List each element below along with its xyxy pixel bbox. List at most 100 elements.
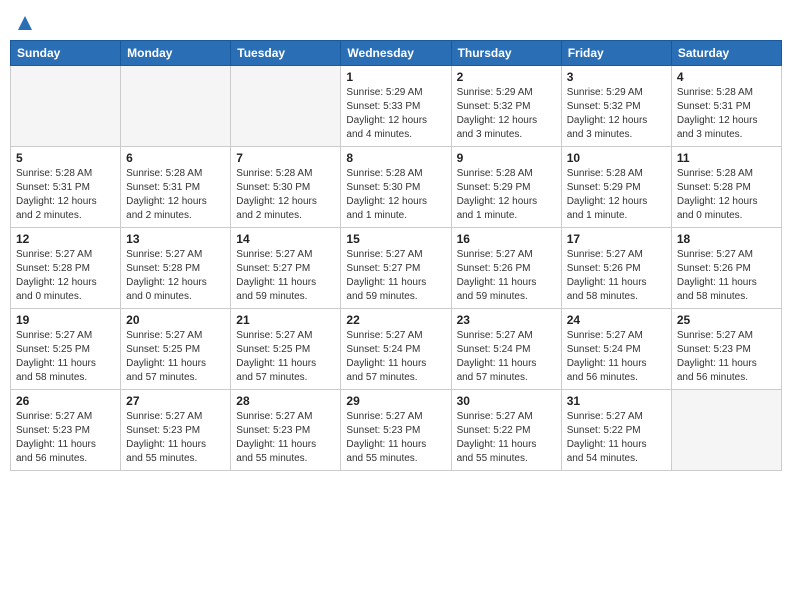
calendar-day-cell [11,66,121,147]
day-info: Sunrise: 5:28 AM Sunset: 5:29 PM Dayligh… [567,167,666,223]
calendar-day-cell: 4 Sunrise: 5:28 AM Sunset: 5:31 PM Daylig… [671,66,781,147]
calendar-day-cell: 18 Sunrise: 5:27 AM Sunset: 5:26 PM Dayli… [671,228,781,309]
day-number: 20 [126,313,225,327]
day-number: 9 [457,151,556,165]
calendar-day-cell: 13 Sunrise: 5:27 AM Sunset: 5:28 PM Dayli… [121,228,231,309]
day-info: Sunrise: 5:27 AM Sunset: 5:24 PM Dayligh… [457,329,556,385]
calendar-header-row: SundayMondayTuesdayWednesdayThursdayFrid… [11,41,782,66]
day-info: Sunrise: 5:27 AM Sunset: 5:23 PM Dayligh… [126,410,225,466]
day-number: 8 [346,151,445,165]
calendar-header-wednesday: Wednesday [341,41,451,66]
day-number: 25 [677,313,776,327]
day-number: 10 [567,151,666,165]
day-number: 18 [677,232,776,246]
calendar-day-cell: 21 Sunrise: 5:27 AM Sunset: 5:25 PM Dayli… [231,309,341,390]
day-number: 28 [236,394,335,408]
calendar-day-cell: 25Sunrise: 5:27 AM Sunset: 5:23 PM Dayli… [671,309,781,390]
day-info: Sunrise: 5:27 AM Sunset: 5:23 PM Dayligh… [236,410,335,466]
day-info: Sunrise: 5:29 AM Sunset: 5:32 PM Dayligh… [567,86,666,142]
day-info: Sunrise: 5:27 AM Sunset: 5:24 PM Dayligh… [346,329,445,385]
calendar-day-cell: 5 Sunrise: 5:28 AM Sunset: 5:31 PM Daylig… [11,147,121,228]
calendar-day-cell: 26 Sunrise: 5:27 AM Sunset: 5:23 PM Dayli… [11,390,121,471]
day-number: 23 [457,313,556,327]
day-number: 3 [567,70,666,84]
calendar-table: SundayMondayTuesdayWednesdayThursdayFrid… [10,40,782,471]
day-info: Sunrise: 5:28 AM Sunset: 5:29 PM Dayligh… [457,167,556,223]
day-info: Sunrise: 5:28 AM Sunset: 5:30 PM Dayligh… [236,167,335,223]
day-number: 30 [457,394,556,408]
day-info: Sunrise: 5:27 AM Sunset: 5:23 PM Dayligh… [16,410,115,466]
calendar-day-cell: 19 Sunrise: 5:27 AM Sunset: 5:25 PM Dayli… [11,309,121,390]
calendar-day-cell: 20Sunrise: 5:27 AM Sunset: 5:25 PM Dayli… [121,309,231,390]
day-info: Sunrise: 5:27 AM Sunset: 5:28 PM Dayligh… [126,248,225,304]
calendar-day-cell: 29 Sunrise: 5:27 AM Sunset: 5:23 PM Dayli… [341,390,451,471]
day-number: 5 [16,151,115,165]
day-info: Sunrise: 5:28 AM Sunset: 5:31 PM Dayligh… [677,86,776,142]
calendar-week-row: 26 Sunrise: 5:27 AM Sunset: 5:23 PM Dayli… [11,390,782,471]
calendar-header-friday: Friday [561,41,671,66]
calendar-header-monday: Monday [121,41,231,66]
day-number: 27 [126,394,225,408]
calendar-day-cell: 17Sunrise: 5:27 AM Sunset: 5:26 PM Dayli… [561,228,671,309]
day-number: 11 [677,151,776,165]
logo-icon [16,14,34,32]
calendar-header-thursday: Thursday [451,41,561,66]
day-info: Sunrise: 5:27 AM Sunset: 5:24 PM Dayligh… [567,329,666,385]
day-number: 6 [126,151,225,165]
calendar-day-cell: 7Sunrise: 5:28 AM Sunset: 5:30 PM Daylig… [231,147,341,228]
day-info: Sunrise: 5:27 AM Sunset: 5:22 PM Dayligh… [567,410,666,466]
day-info: Sunrise: 5:27 AM Sunset: 5:28 PM Dayligh… [16,248,115,304]
day-number: 21 [236,313,335,327]
calendar-week-row: 12 Sunrise: 5:27 AM Sunset: 5:28 PM Dayli… [11,228,782,309]
day-number: 14 [236,232,335,246]
day-number: 13 [126,232,225,246]
calendar-header-sunday: Sunday [11,41,121,66]
day-info: Sunrise: 5:28 AM Sunset: 5:30 PM Dayligh… [346,167,445,223]
day-info: Sunrise: 5:27 AM Sunset: 5:26 PM Dayligh… [457,248,556,304]
calendar-day-cell: 8 Sunrise: 5:28 AM Sunset: 5:30 PM Daylig… [341,147,451,228]
calendar-day-cell [671,390,781,471]
day-info: Sunrise: 5:27 AM Sunset: 5:25 PM Dayligh… [236,329,335,385]
day-info: Sunrise: 5:29 AM Sunset: 5:33 PM Dayligh… [346,86,445,142]
calendar-day-cell: 22 Sunrise: 5:27 AM Sunset: 5:24 PM Dayli… [341,309,451,390]
day-info: Sunrise: 5:27 AM Sunset: 5:27 PM Dayligh… [236,248,335,304]
header [10,10,782,32]
calendar-header-saturday: Saturday [671,41,781,66]
calendar-week-row: 1 Sunrise: 5:29 AM Sunset: 5:33 PM Daylig… [11,66,782,147]
day-info: Sunrise: 5:28 AM Sunset: 5:31 PM Dayligh… [126,167,225,223]
calendar-day-cell: 28 Sunrise: 5:27 AM Sunset: 5:23 PM Dayli… [231,390,341,471]
day-info: Sunrise: 5:27 AM Sunset: 5:23 PM Dayligh… [346,410,445,466]
day-number: 2 [457,70,556,84]
day-number: 1 [346,70,445,84]
calendar-day-cell: 11Sunrise: 5:28 AM Sunset: 5:28 PM Dayli… [671,147,781,228]
calendar-day-cell: 9 Sunrise: 5:28 AM Sunset: 5:29 PM Daylig… [451,147,561,228]
calendar-day-cell: 15 Sunrise: 5:27 AM Sunset: 5:27 PM Dayli… [341,228,451,309]
day-info: Sunrise: 5:28 AM Sunset: 5:31 PM Dayligh… [16,167,115,223]
calendar-day-cell: 6 Sunrise: 5:28 AM Sunset: 5:31 PM Daylig… [121,147,231,228]
day-number: 19 [16,313,115,327]
day-number: 26 [16,394,115,408]
calendar-day-cell: 31 Sunrise: 5:27 AM Sunset: 5:22 PM Dayli… [561,390,671,471]
calendar-day-cell: 12 Sunrise: 5:27 AM Sunset: 5:28 PM Dayli… [11,228,121,309]
day-info: Sunrise: 5:27 AM Sunset: 5:26 PM Dayligh… [677,248,776,304]
day-number: 17 [567,232,666,246]
day-number: 22 [346,313,445,327]
day-number: 24 [567,313,666,327]
logo [14,14,38,32]
day-number: 12 [16,232,115,246]
day-info: Sunrise: 5:27 AM Sunset: 5:27 PM Dayligh… [346,248,445,304]
calendar-day-cell: 2 Sunrise: 5:29 AM Sunset: 5:32 PM Daylig… [451,66,561,147]
calendar-header-tuesday: Tuesday [231,41,341,66]
calendar-day-cell [231,66,341,147]
day-number: 4 [677,70,776,84]
day-number: 29 [346,394,445,408]
day-info: Sunrise: 5:27 AM Sunset: 5:25 PM Dayligh… [16,329,115,385]
day-number: 31 [567,394,666,408]
day-info: Sunrise: 5:27 AM Sunset: 5:22 PM Dayligh… [457,410,556,466]
calendar-day-cell: 1 Sunrise: 5:29 AM Sunset: 5:33 PM Daylig… [341,66,451,147]
calendar-day-cell: 27 Sunrise: 5:27 AM Sunset: 5:23 PM Dayli… [121,390,231,471]
day-number: 15 [346,232,445,246]
day-number: 16 [457,232,556,246]
calendar-day-cell: 16 Sunrise: 5:27 AM Sunset: 5:26 PM Dayli… [451,228,561,309]
day-info: Sunrise: 5:29 AM Sunset: 5:32 PM Dayligh… [457,86,556,142]
